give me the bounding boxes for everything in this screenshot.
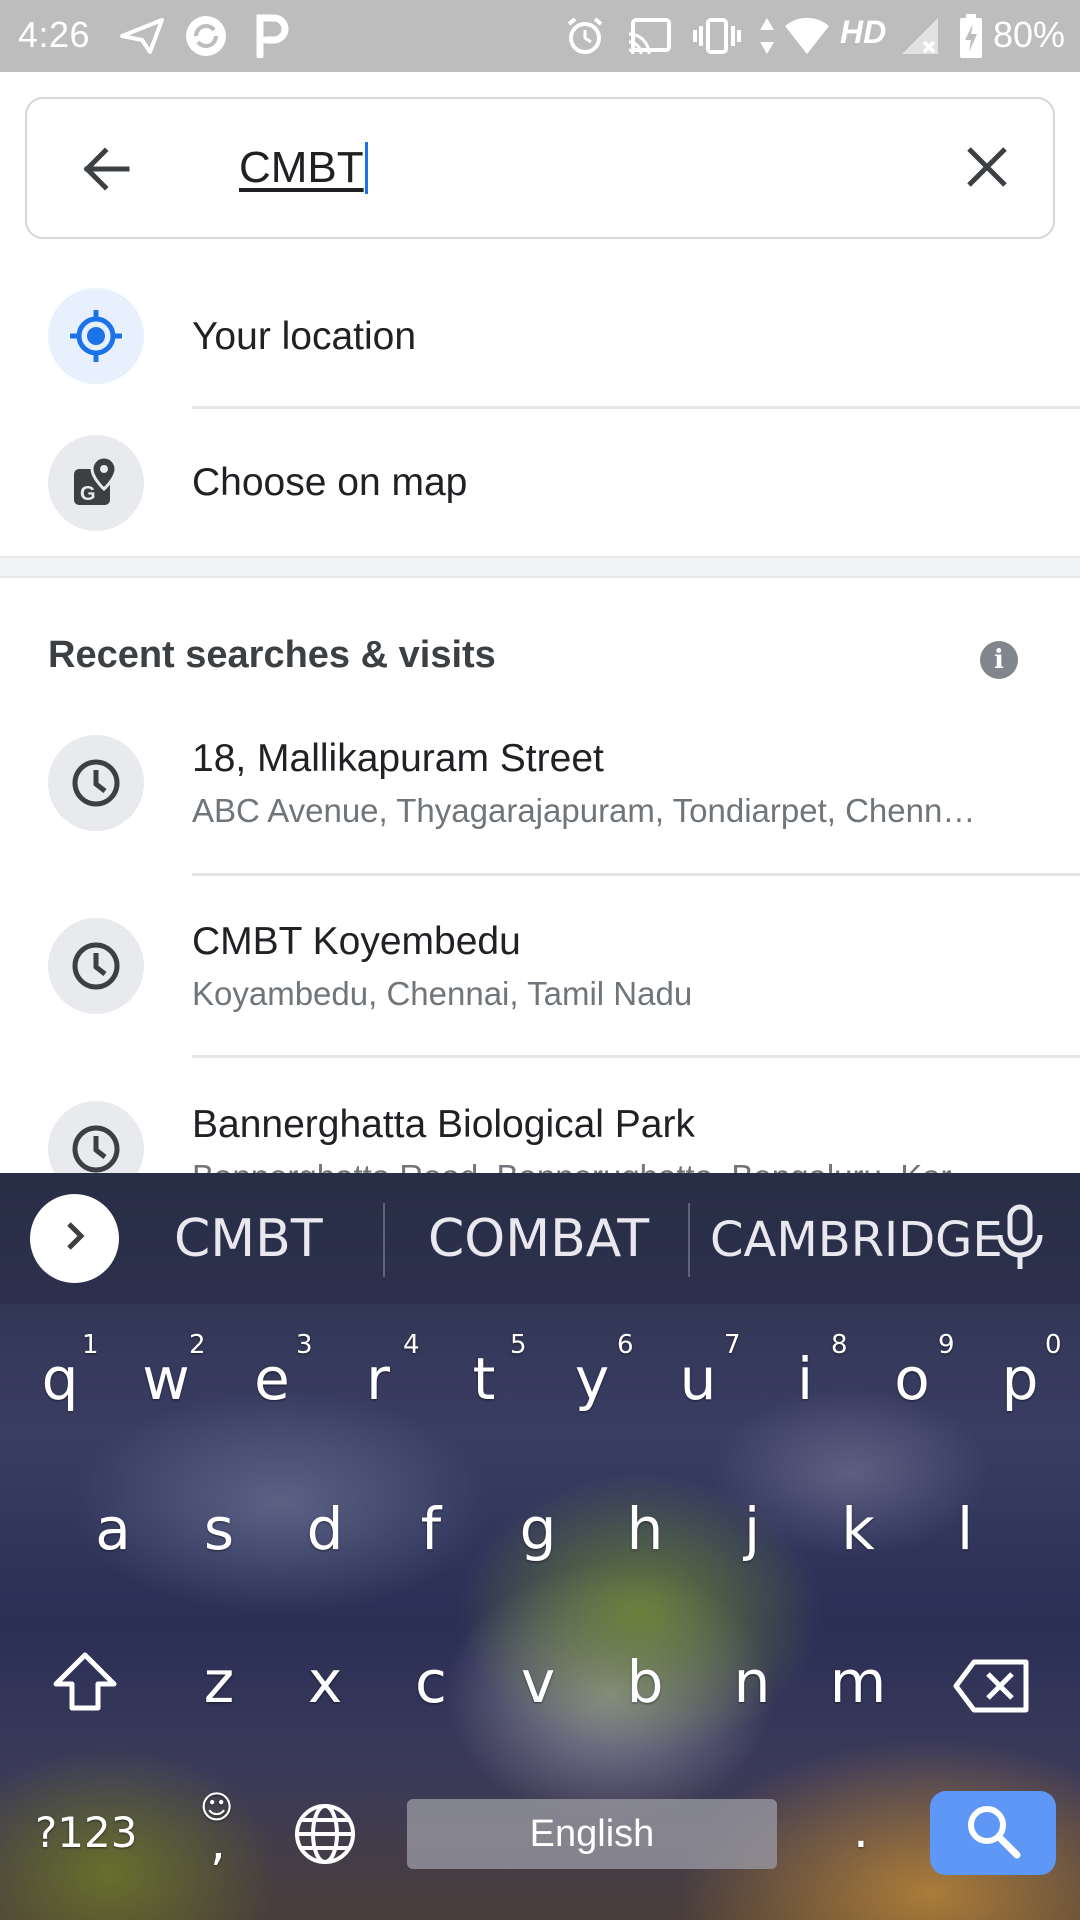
key-k[interactable]: k xyxy=(808,1495,908,1563)
symbols-key[interactable]: ?123 xyxy=(35,1808,137,1857)
battery-percentage: 80% xyxy=(993,14,1066,55)
suggestion-1[interactable]: CMBT xyxy=(174,1209,323,1269)
key-i[interactable]: i xyxy=(755,1345,855,1413)
key-f[interactable]: f xyxy=(381,1495,481,1563)
key-w[interactable]: w xyxy=(116,1345,216,1413)
search-icon xyxy=(963,1801,1023,1866)
vibrate-icon xyxy=(692,14,742,58)
recent-item-subtitle: ABC Avenue, Thyagarajapuram, Tondiarpet,… xyxy=(192,792,976,829)
key-g[interactable]: g xyxy=(488,1495,588,1563)
suggestion-divider xyxy=(383,1203,385,1277)
key-y[interactable]: y xyxy=(542,1345,642,1413)
keyboard: CMBT COMBAT CAMBRIDGE 1 2 3 4 5 6 7 8 9 … xyxy=(0,1173,1080,1920)
key-s[interactable]: s xyxy=(169,1495,269,1563)
suggestion-2[interactable]: COMBAT xyxy=(428,1209,649,1269)
data-arrows-icon xyxy=(758,14,776,58)
map-pin-icon: G xyxy=(48,435,144,531)
key-d[interactable]: d xyxy=(275,1495,375,1563)
key-x[interactable]: x xyxy=(275,1648,375,1716)
wifi-icon xyxy=(783,14,831,58)
keyboard-search-button[interactable] xyxy=(930,1791,1056,1875)
key-u[interactable]: u xyxy=(648,1345,748,1413)
choose-on-map-label: Choose on map xyxy=(192,461,468,504)
send-icon xyxy=(120,14,164,58)
microphone-icon[interactable] xyxy=(994,1203,1046,1273)
section-separator xyxy=(0,556,1080,578)
key-q[interactable]: q xyxy=(10,1345,110,1413)
search-input[interactable]: CMBT xyxy=(239,135,368,201)
close-icon xyxy=(957,147,1017,201)
key-o[interactable]: o xyxy=(862,1345,962,1413)
choose-on-map-option[interactable]: G Choose on map xyxy=(0,434,1080,554)
search-bar: CMBT xyxy=(25,97,1055,239)
divider xyxy=(192,873,1080,876)
key-l[interactable]: l xyxy=(915,1495,1015,1563)
key-n[interactable]: n xyxy=(702,1648,802,1716)
cell-signal-icon xyxy=(900,14,940,58)
recent-item[interactable]: CMBT Koyembedu Koyambedu, Chennai, Tamil… xyxy=(0,915,1080,1055)
cast-icon xyxy=(627,14,671,58)
sync-app-icon xyxy=(184,14,228,58)
suggestion-divider xyxy=(688,1203,690,1277)
divider xyxy=(192,1055,1080,1058)
arrow-back-icon xyxy=(77,147,137,203)
key-r[interactable]: r xyxy=(328,1345,428,1413)
battery-charging-icon xyxy=(958,14,984,58)
key-a[interactable]: a xyxy=(63,1495,163,1563)
network-type: HD xyxy=(840,14,887,50)
recent-item-title: Bannerghatta Biological Park xyxy=(192,1103,695,1146)
recent-section-header: Recent searches & visits xyxy=(48,634,496,676)
key-b[interactable]: b xyxy=(595,1648,695,1716)
key-e[interactable]: e xyxy=(222,1345,322,1413)
history-clock-icon xyxy=(48,735,144,831)
parking-app-icon xyxy=(256,14,290,58)
svg-text:G: G xyxy=(80,483,96,505)
text-caret xyxy=(364,142,368,194)
key-m[interactable]: m xyxy=(808,1648,908,1716)
chevron-right-icon xyxy=(57,1218,93,1259)
key-z[interactable]: z xyxy=(169,1648,269,1716)
history-clock-icon xyxy=(48,918,144,1014)
comma-key[interactable]: , xyxy=(210,1813,226,1871)
recent-item-title: CMBT Koyembedu xyxy=(192,920,521,963)
your-location-label: Your location xyxy=(192,315,417,358)
divider xyxy=(192,406,1080,409)
space-bar[interactable]: English xyxy=(407,1799,777,1869)
expand-toolbar-button[interactable] xyxy=(30,1194,119,1283)
alarm-icon xyxy=(565,14,605,58)
key-v[interactable]: v xyxy=(488,1648,588,1716)
recent-item-subtitle: Koyambedu, Chennai, Tamil Nadu xyxy=(192,975,693,1012)
suggestion-strip: CMBT COMBAT CAMBRIDGE xyxy=(0,1173,1080,1304)
info-icon[interactable]: i xyxy=(980,641,1018,679)
your-location-option[interactable]: Your location xyxy=(0,287,1080,407)
period-key[interactable]: . xyxy=(853,1801,869,1859)
recent-item[interactable]: 18, Mallikapuram Street ABC Avenue, Thya… xyxy=(0,732,1080,872)
backspace-key[interactable] xyxy=(952,1658,1032,1719)
search-query-text: CMBT xyxy=(239,143,364,192)
suggestion-3[interactable]: CAMBRIDGE xyxy=(710,1212,1003,1268)
key-h[interactable]: h xyxy=(595,1495,695,1563)
my-location-icon xyxy=(48,288,144,384)
clear-search-button[interactable] xyxy=(957,137,1017,197)
back-button[interactable] xyxy=(77,139,137,199)
status-bar: 4:26 HD 80% xyxy=(0,0,1080,72)
recent-item-title: 18, Mallikapuram Street xyxy=(192,737,604,780)
key-t[interactable]: t xyxy=(434,1345,534,1413)
key-p[interactable]: p xyxy=(970,1345,1070,1413)
key-c[interactable]: c xyxy=(381,1648,481,1716)
status-time: 4:26 xyxy=(18,14,91,55)
globe-icon[interactable] xyxy=(292,1801,358,1872)
key-j[interactable]: j xyxy=(702,1495,802,1563)
shift-key[interactable] xyxy=(50,1650,120,1719)
space-bar-label: English xyxy=(529,1812,655,1855)
